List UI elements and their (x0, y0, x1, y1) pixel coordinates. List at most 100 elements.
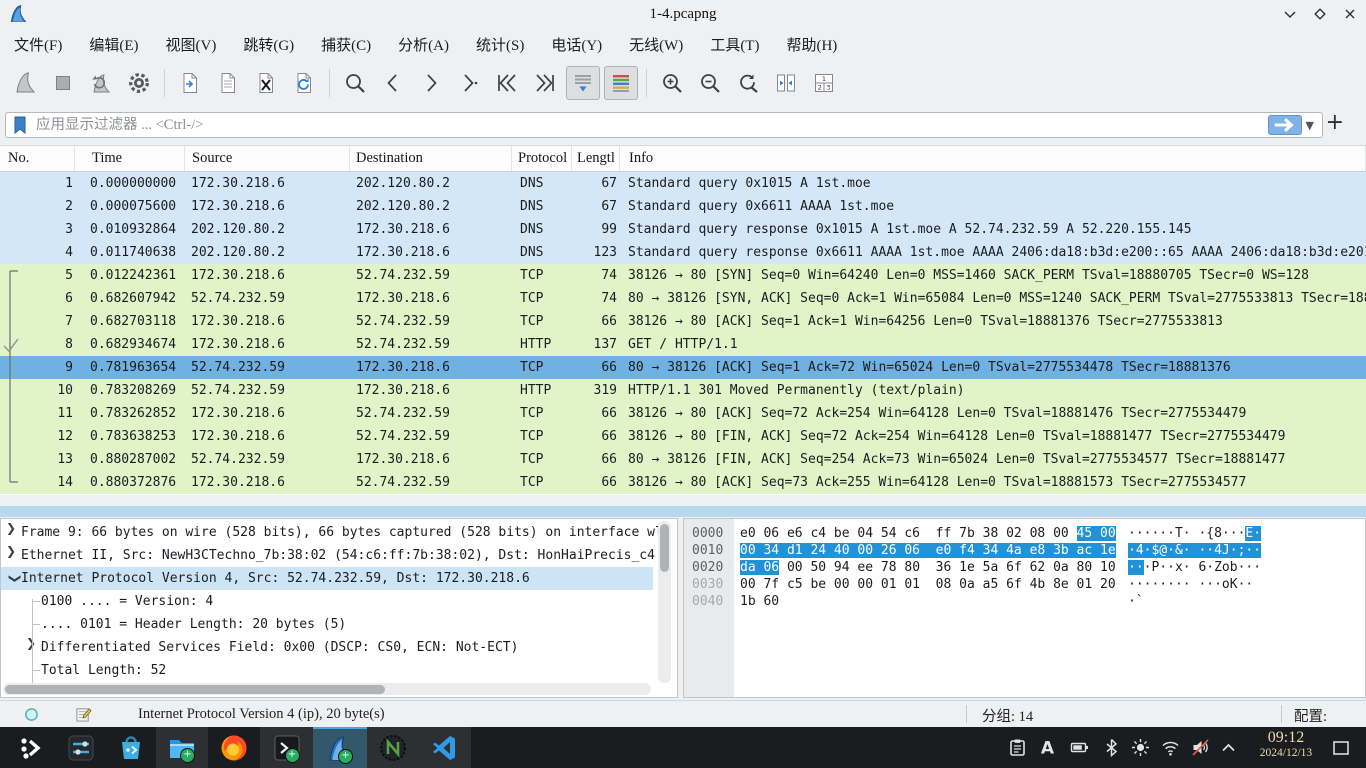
file-close-button[interactable] (249, 66, 283, 100)
tray-volume-muted[interactable] (1186, 727, 1214, 768)
show-desktop-button[interactable] (1326, 727, 1356, 768)
file-open-button[interactable] (173, 66, 207, 100)
taskbar-system-settings[interactable] (56, 727, 106, 768)
packet-row-7[interactable]: 70.682703118172.30.218.652.74.232.59TCP6… (0, 310, 1366, 333)
find-packet-button[interactable] (338, 66, 372, 100)
menu-6[interactable]: 统计(S) (476, 34, 524, 55)
menu-2[interactable]: 视图(V) (166, 34, 217, 55)
tray-bluetooth[interactable] (1097, 727, 1125, 768)
menu-9[interactable]: 工具(T) (710, 34, 759, 55)
auto-scroll-button[interactable] (566, 66, 600, 100)
packet-row-14[interactable]: 140.880372876172.30.218.652.74.232.59TCP… (0, 471, 1366, 494)
packet-row-10[interactable]: 100.78320826952.74.232.59172.30.218.6HTT… (0, 379, 1366, 402)
zoom-reset-button[interactable] (731, 66, 765, 100)
taskbar-neovim[interactable] (367, 727, 419, 768)
packet-row-5[interactable]: 50.012242361172.30.218.652.74.232.59TCP7… (0, 264, 1366, 287)
packet-row-6[interactable]: 60.68260794252.74.232.59172.30.218.6TCP7… (0, 287, 1366, 310)
collapse-arrow-icon[interactable]: ❯ (0, 573, 23, 585)
col-header-source[interactable]: Source (185, 146, 350, 171)
filter-bookmark-icon[interactable] (12, 116, 28, 134)
capture-stop-button[interactable] (46, 66, 80, 100)
go-back-button[interactable] (376, 66, 410, 100)
packet-row-3[interactable]: 30.010932864202.120.80.2172.30.218.6DNS9… (0, 218, 1366, 241)
col-header-protocol[interactable]: Protocol (512, 146, 572, 171)
menu-8[interactable]: 无线(W) (629, 34, 683, 55)
tray-clipboard[interactable] (1003, 727, 1031, 768)
detail-vscrollbar[interactable] (658, 521, 671, 683)
expand-arrow-icon[interactable]: ❯ (5, 521, 17, 544)
tray-wifi[interactable] (1156, 727, 1184, 768)
taskbar-file-manager[interactable]: + (156, 727, 208, 768)
expert-info-icon[interactable] (24, 707, 39, 722)
hex-row-0000[interactable]: 0000e0 06 e6 c4 be 04 54 c6 ff 7b 38 02 … (684, 525, 1365, 542)
col-header-time[interactable]: Time (75, 146, 185, 171)
colorize-button[interactable] (604, 66, 638, 100)
hex-row-0040[interactable]: 00401b 60·` (684, 593, 1365, 610)
packet-row-9[interactable]: 90.78196365452.74.232.59172.30.218.6TCP6… (0, 356, 1366, 379)
packet-row-2[interactable]: 20.000075600172.30.218.6202.120.80.2DNS6… (0, 195, 1366, 218)
minimize-button[interactable] (1282, 6, 1298, 22)
packet-row-11[interactable]: 110.783262852172.30.218.652.74.232.59TCP… (0, 402, 1366, 425)
tray-battery[interactable] (1065, 727, 1093, 768)
taskbar-app-launcher[interactable] (6, 727, 56, 768)
svg-text:A: A (1040, 739, 1054, 758)
menu-1[interactable]: 编辑(E) (89, 34, 138, 55)
taskbar-konsole[interactable]: + (260, 727, 313, 768)
hex-row-0010[interactable]: 001000 34 d1 24 40 00 26 06 e0 f4 34 4a … (684, 542, 1365, 559)
tray-tray-expand[interactable] (1214, 727, 1242, 768)
close-button[interactable] (1342, 6, 1358, 22)
pane-splitter[interactable] (0, 506, 1366, 517)
find-packet-icon (343, 71, 367, 95)
expand-arrow-icon[interactable]: ❯ (5, 544, 17, 567)
reload-button[interactable] (287, 66, 321, 100)
capture-start-button[interactable] (8, 66, 42, 100)
menu-0[interactable]: 文件(F) (14, 34, 62, 55)
packet-row-4[interactable]: 40.011740638202.120.80.2172.30.218.6DNS1… (0, 241, 1366, 264)
bluetooth-icon (1102, 738, 1121, 757)
tray-brightness[interactable] (1126, 727, 1154, 768)
menu-5[interactable]: 分析(A) (398, 34, 449, 55)
expand-arrow-icon[interactable]: ❯ (25, 636, 37, 659)
display-filter-input[interactable] (34, 116, 1268, 135)
taskbar-wireshark[interactable]: + (313, 727, 367, 768)
menu-4[interactable]: 捕获(C) (321, 34, 371, 55)
tray-input-method[interactable]: A (1033, 727, 1061, 768)
layout-123-button[interactable]: 123 (807, 66, 841, 100)
taskbar-discover[interactable] (106, 727, 156, 768)
menu-3[interactable]: 跳转(G) (243, 34, 294, 55)
col-header-info[interactable]: Info (620, 146, 1366, 171)
clock[interactable]: 09:12 2024/12/13 (1248, 729, 1324, 759)
hex-row-0020[interactable]: 0020da 06 00 50 94 ee 78 80 36 1e 5a 6f … (684, 559, 1365, 576)
go-to-packet-button[interactable] (452, 66, 486, 100)
hex-row-0030[interactable]: 003000 7f c5 be 00 00 01 01 08 0a a5 6f … (684, 576, 1365, 593)
col-header-lengtl[interactable]: Lengtl (572, 146, 620, 171)
packet-row-1[interactable]: 10.000000000172.30.218.6202.120.80.2DNS6… (0, 172, 1366, 195)
go-first-button[interactable] (490, 66, 524, 100)
filter-add-button[interactable]: + (1326, 110, 1344, 135)
file-save-button[interactable] (211, 66, 245, 100)
capture-restart-button[interactable] (84, 66, 118, 100)
col-header-no[interactable]: No. (0, 146, 75, 171)
display-filter-box[interactable]: ▼ (5, 112, 1323, 138)
resize-columns-button[interactable] (769, 66, 803, 100)
packet-row-12[interactable]: 120.783638253172.30.218.652.74.232.59TCP… (0, 425, 1366, 448)
menu-10[interactable]: 帮助(H) (786, 34, 837, 55)
capture-options-button[interactable] (122, 66, 156, 100)
filter-dropdown-caret[interactable]: ▼ (1306, 119, 1314, 132)
packet-list: 10.000000000172.30.218.6202.120.80.2DNS6… (0, 172, 1366, 495)
new-window-badge: + (338, 749, 353, 764)
zoom-in-button[interactable] (655, 66, 689, 100)
packet-row-8[interactable]: 80.682934674172.30.218.652.74.232.59HTTP… (0, 333, 1366, 356)
filter-apply-button[interactable] (1268, 115, 1302, 135)
taskbar-firefox[interactable] (208, 727, 260, 768)
detail-hscrollbar[interactable] (3, 683, 651, 695)
menu-7[interactable]: 电话(Y) (551, 34, 602, 55)
zoom-out-button[interactable] (693, 66, 727, 100)
go-last-button[interactable] (528, 66, 562, 100)
go-forward-button[interactable] (414, 66, 448, 100)
taskbar-vscode[interactable] (419, 727, 471, 768)
col-header-destination[interactable]: Destination (350, 146, 512, 171)
packet-row-13[interactable]: 130.88028700252.74.232.59172.30.218.6TCP… (0, 448, 1366, 471)
maximize-button[interactable] (1312, 6, 1328, 22)
capture-comment-icon[interactable] (75, 706, 92, 723)
